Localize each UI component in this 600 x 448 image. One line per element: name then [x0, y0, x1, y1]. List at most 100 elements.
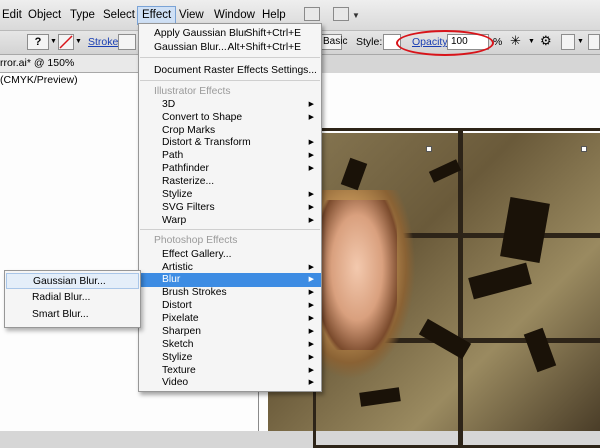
menu-item-label: Distort — [162, 300, 192, 311]
menu-apply-gaussian-blur[interactable]: Apply Gaussian Blur Shift+Ctrl+E — [139, 27, 321, 40]
chevron-down-icon[interactable]: ▼ — [352, 11, 360, 20]
menu-stylize-illustrator[interactable]: Stylize ▶ — [139, 188, 321, 201]
menu-edit[interactable]: Edit — [0, 7, 26, 24]
menu-select[interactable]: Select — [99, 7, 139, 24]
menu-item-label: Stylize — [162, 352, 193, 363]
menu-window[interactable]: Window — [210, 7, 259, 24]
menu-sharpen[interactable]: Sharpen ▶ — [139, 325, 321, 338]
submenu-arrow-icon: ▶ — [308, 191, 314, 198]
menu-effect-gallery[interactable]: Effect Gallery... — [139, 248, 321, 261]
chevron-down-icon[interactable]: ▼ — [75, 38, 82, 45]
submenu-arrow-icon: ▶ — [308, 328, 314, 335]
menu-video[interactable]: Video ▶ — [139, 376, 321, 389]
menu-item-label: Distort & Transform — [162, 137, 251, 148]
gear-icon[interactable]: ⚙ — [540, 33, 552, 49]
stroke-none-icon[interactable] — [58, 34, 74, 50]
submenu-arrow-icon: ▶ — [308, 379, 314, 386]
menu-item-label: Gaussian Blur... — [33, 276, 106, 287]
stroke-weight-stepper[interactable] — [118, 34, 136, 50]
align-icon[interactable] — [561, 34, 575, 50]
menu-item-label: Warp — [162, 215, 187, 226]
submenu-arrow-icon: ▶ — [308, 276, 314, 283]
blur-submenu: Gaussian Blur... Radial Blur... Smart Bl… — [4, 270, 141, 328]
menu-item-label: Blur — [162, 274, 181, 285]
submenu-arrow-icon: ▶ — [308, 114, 314, 121]
selection-handle[interactable] — [426, 146, 432, 152]
submenu-arrow-icon: ▶ — [308, 354, 314, 361]
menu-item-label: SVG Filters — [162, 202, 215, 213]
menu-separator — [140, 57, 320, 58]
menu-separator — [140, 80, 320, 81]
section-header-label: Photoshop Effects — [154, 235, 238, 246]
document-tab[interactable]: rror.ai* @ 150% (CMYK/Preview) — [0, 55, 141, 86]
style-preset-dropdown[interactable]: Basic — [320, 34, 347, 50]
menu-item-label: Pixelate — [162, 313, 199, 324]
menu-stylize-photoshop[interactable]: Stylize ▶ — [139, 351, 321, 364]
chevron-down-icon[interactable]: ▼ — [50, 38, 57, 45]
menu-item-label: Rasterize... — [162, 176, 215, 187]
menu-pathfinder[interactable]: Pathfinder ▶ — [139, 162, 321, 175]
menu-item-label: Brush Strokes — [162, 287, 227, 298]
menu-blur[interactable]: Blur ▶ — [139, 273, 321, 287]
menu-svg-filters[interactable]: SVG Filters ▶ — [139, 201, 321, 214]
submenu-gaussian-blur[interactable]: Gaussian Blur... — [6, 273, 139, 289]
menu-brush-strokes[interactable]: Brush Strokes ▶ — [139, 286, 321, 299]
menu-item-label: Gaussian Blur... — [154, 42, 227, 53]
menu-item-label: Document Raster Effects Settings... — [154, 65, 317, 76]
arrange-documents-icon[interactable] — [333, 7, 349, 21]
menu-item-label: Pathfinder — [162, 163, 209, 174]
submenu-arrow-icon: ▶ — [308, 139, 314, 146]
menu-item-label: Effect Gallery... — [162, 249, 232, 260]
submenu-smart-blur[interactable]: Smart Blur... — [6, 307, 139, 323]
illustrator-effects-header: Illustrator Effects — [139, 85, 321, 98]
menu-separator — [140, 229, 320, 230]
menu-object[interactable]: Object — [24, 7, 65, 24]
chevron-down-icon[interactable]: ▼ — [577, 38, 584, 45]
menu-item-label: Smart Blur... — [32, 309, 89, 320]
menu-sketch[interactable]: Sketch ▶ — [139, 338, 321, 351]
menu-3d[interactable]: 3D ▶ — [139, 98, 321, 111]
recolor-artwork-icon[interactable]: ✳ — [510, 33, 521, 49]
menu-distort[interactable]: Distort ▶ — [139, 299, 321, 312]
chevron-down-icon[interactable]: ▼ — [528, 38, 535, 45]
fill-question-icon[interactable]: ? — [27, 34, 49, 50]
submenu-arrow-icon: ▶ — [308, 152, 314, 159]
transform-icon[interactable] — [588, 34, 600, 50]
submenu-arrow-icon: ▶ — [308, 165, 314, 172]
effect-menu: Apply Gaussian Blur Shift+Ctrl+E Gaussia… — [138, 23, 322, 392]
face-shape — [317, 200, 397, 350]
menu-type[interactable]: Type — [66, 7, 99, 24]
submenu-arrow-icon: ▶ — [308, 341, 314, 348]
menu-item-label: Path — [162, 150, 184, 161]
menu-warp[interactable]: Warp ▶ — [139, 214, 321, 227]
section-header-label: Illustrator Effects — [154, 86, 231, 97]
tile-frame — [458, 338, 600, 448]
menu-item-label: Convert to Shape — [162, 112, 243, 123]
menu-distort-transform[interactable]: Distort & Transform ▶ — [139, 136, 321, 149]
bridge-icon[interactable] — [304, 7, 320, 21]
menu-help[interactable]: Help — [258, 7, 290, 24]
menu-convert-to-shape[interactable]: Convert to Shape ▶ — [139, 111, 321, 124]
menu-pixelate[interactable]: Pixelate ▶ — [139, 312, 321, 325]
menu-item-label: Stylize — [162, 189, 193, 200]
submenu-arrow-icon: ▶ — [308, 101, 314, 108]
menu-item-label: 3D — [162, 99, 176, 110]
submenu-arrow-icon: ▶ — [308, 289, 314, 296]
menu-view[interactable]: View — [175, 7, 208, 24]
menu-gaussian-blur[interactable]: Gaussian Blur... Alt+Shift+Ctrl+E — [139, 41, 321, 54]
submenu-arrow-icon: ▶ — [308, 204, 314, 211]
menu-document-raster-effects-settings[interactable]: Document Raster Effects Settings... — [139, 64, 321, 77]
submenu-radial-blur[interactable]: Radial Blur... — [6, 290, 139, 306]
selection-handle[interactable] — [581, 146, 587, 152]
submenu-arrow-icon: ▶ — [308, 217, 314, 224]
menu-path[interactable]: Path ▶ — [139, 149, 321, 162]
photoshop-effects-header: Photoshop Effects — [139, 234, 321, 247]
submenu-arrow-icon: ▶ — [308, 315, 314, 322]
menu-item-label: Video — [162, 377, 189, 388]
menu-rasterize[interactable]: Rasterize... — [139, 175, 321, 188]
style-label: Style: — [356, 36, 383, 48]
submenu-arrow-icon: ▶ — [308, 302, 314, 309]
stroke-label[interactable]: Stroke: — [88, 36, 121, 48]
menu-item-label: Apply Gaussian Blur — [154, 28, 248, 39]
opacity-highlight-circle — [396, 30, 494, 56]
